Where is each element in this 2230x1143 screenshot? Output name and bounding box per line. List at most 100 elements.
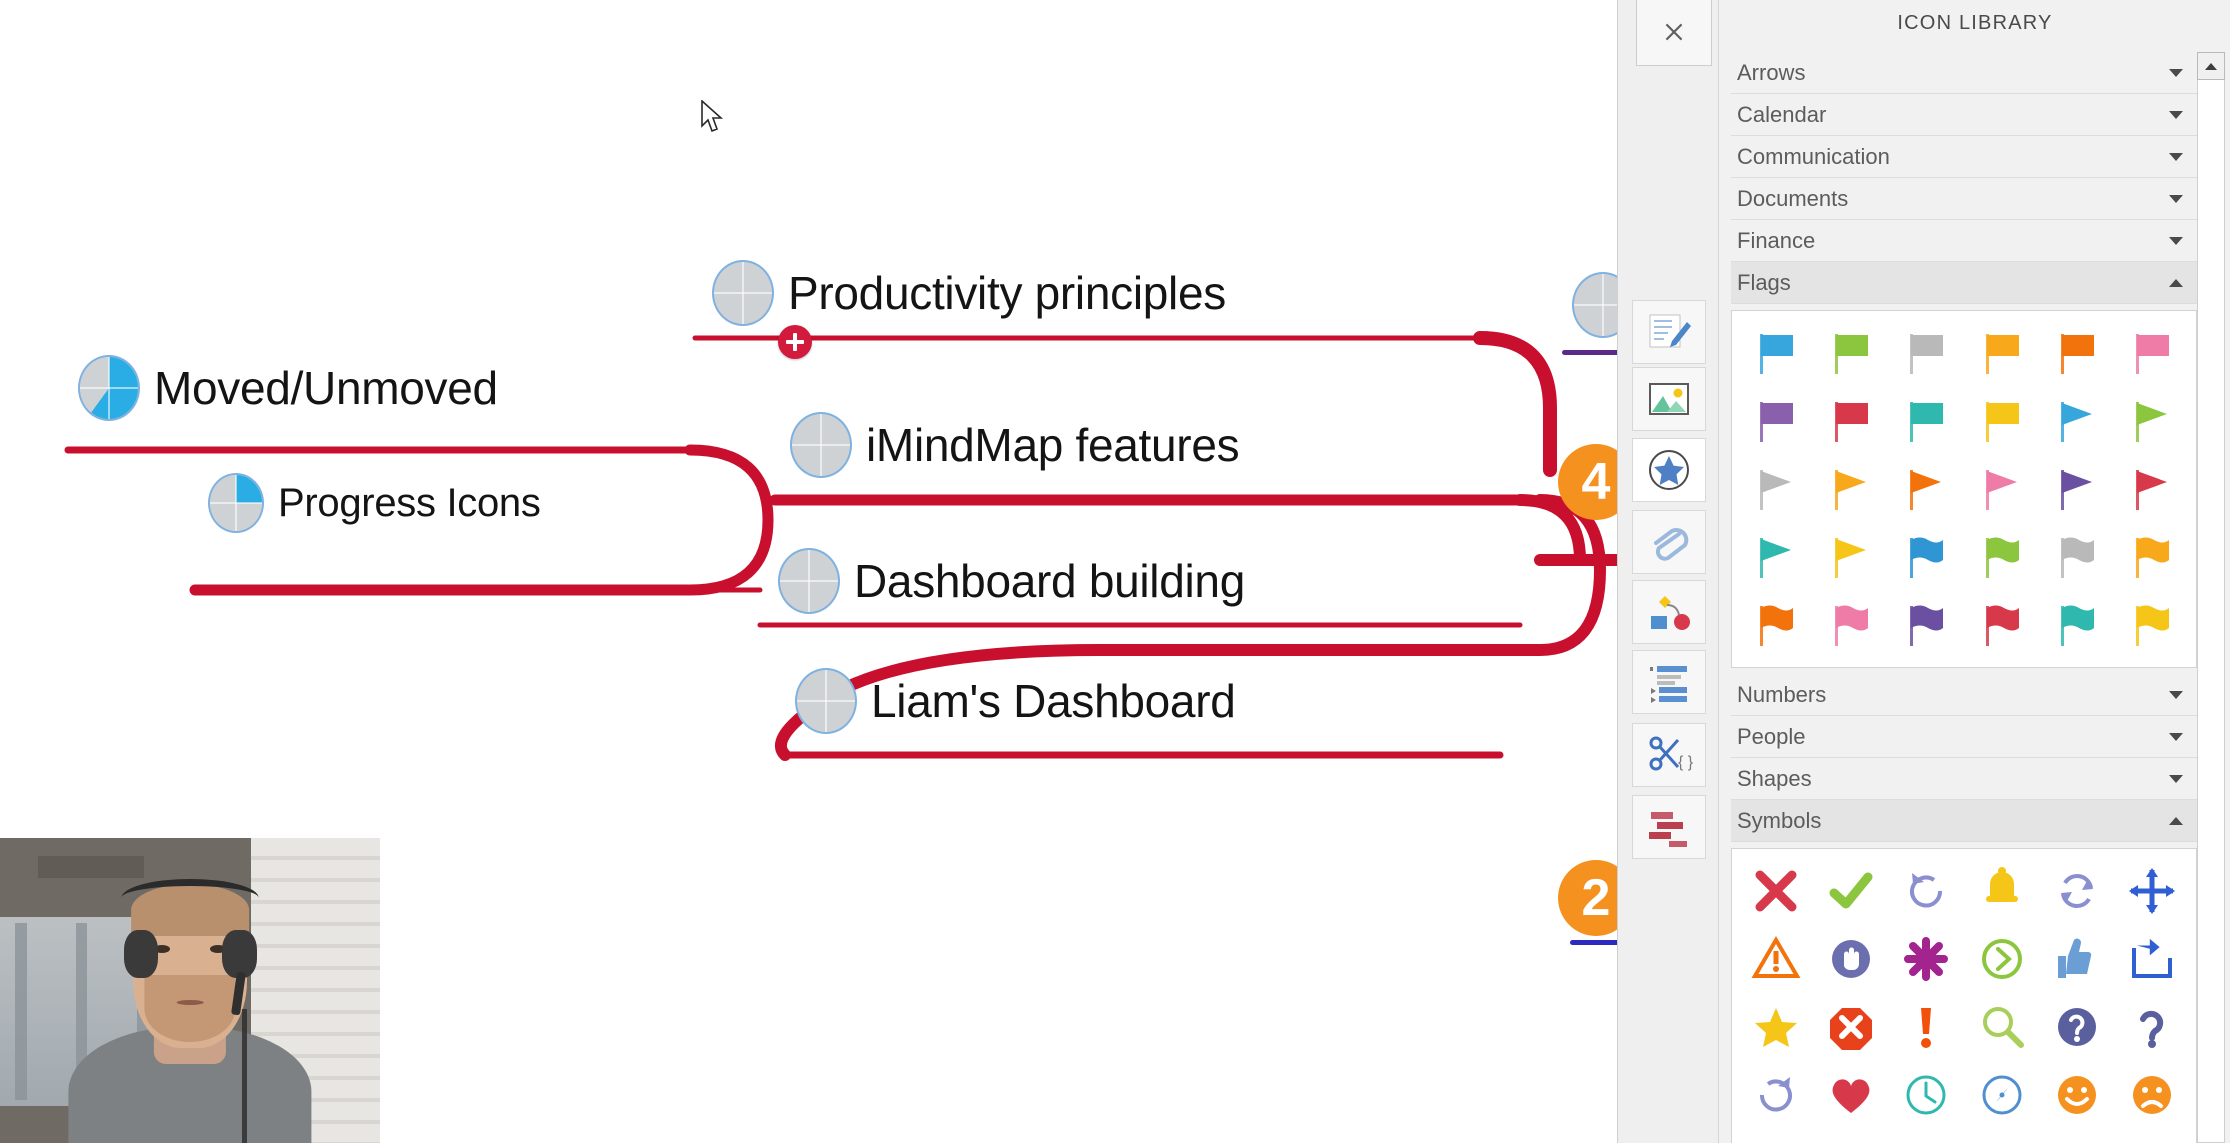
cross-x-icon[interactable] (1740, 859, 1811, 923)
flag-icon-wave-26[interactable] (1891, 593, 1962, 657)
node-moved-unmoved[interactable]: Moved/Unmoved (78, 355, 498, 421)
star-icon[interactable] (1740, 995, 1811, 1059)
compass-icon[interactable] (1966, 1063, 2037, 1127)
flag-icon-rect-4[interactable] (2041, 321, 2112, 385)
flag-icon-rect-3[interactable] (1966, 321, 2037, 385)
flag-icon-rect-6[interactable] (1740, 389, 1811, 453)
flag-icon-tri-19[interactable] (1815, 525, 1886, 589)
tool-outline[interactable] (1632, 650, 1706, 714)
smiley-sad-icon[interactable] (2117, 1063, 2188, 1127)
category-calendar[interactable]: Calendar (1731, 94, 2197, 136)
category-symbols[interactable]: Symbols (1731, 800, 2197, 842)
progress-pie-icon[interactable] (712, 260, 774, 326)
flag-icon-tri-10[interactable] (2041, 389, 2112, 453)
library-scrollbar[interactable] (2197, 52, 2225, 1143)
question-circle-icon[interactable] (2041, 995, 2112, 1059)
node-progress-icons[interactable]: Progress Icons (208, 473, 541, 533)
rotate-cw-icon[interactable] (1740, 1063, 1811, 1127)
flag-icon-wave-29[interactable] (2117, 593, 2188, 657)
burst-asterisk-icon[interactable] (1891, 927, 1962, 991)
smiley-laugh-icon[interactable] (1891, 1131, 1962, 1143)
icon-library-panel[interactable]: { } ICON LIBRARY Arrows Calendar Communi… (1617, 0, 2230, 1143)
thumbs-up-icon[interactable] (2041, 927, 2112, 991)
node-dashboard-building[interactable]: Dashboard building (778, 548, 1245, 614)
flag-icon-wave-28[interactable] (2041, 593, 2112, 657)
move-arrows-icon[interactable] (2117, 859, 2188, 923)
flag-icon-rect-0[interactable] (1740, 321, 1811, 385)
magnifier-icon[interactable] (1966, 995, 2037, 1059)
node-liams-dashboard[interactable]: Liam's Dashboard (795, 668, 1236, 734)
flag-icon-rect-7[interactable] (1815, 389, 1886, 453)
flag-icon-tri-14[interactable] (1891, 457, 1962, 521)
flag-icon-wave-25[interactable] (1815, 593, 1886, 657)
category-finance[interactable]: Finance (1731, 220, 2197, 262)
flag-icon-tri-18[interactable] (1740, 525, 1811, 589)
share-arrow-icon[interactable] (2117, 927, 2188, 991)
smiley-surprised-icon[interactable] (1740, 1131, 1811, 1143)
flag-icon-tri-11[interactable] (2117, 389, 2188, 453)
flag-icon-tri-12[interactable] (1740, 457, 1811, 521)
clock-icon[interactable] (1891, 1063, 1962, 1127)
progress-pie-icon[interactable] (790, 412, 852, 478)
tool-rail[interactable]: { } (1618, 0, 1719, 1143)
node-imindmap-features[interactable]: iMindMap features (790, 412, 1240, 478)
tool-snip[interactable]: { } (1632, 723, 1706, 787)
warning-triangle-icon[interactable] (1740, 927, 1811, 991)
add-branch-button[interactable] (778, 325, 812, 359)
progress-pie-icon[interactable] (795, 668, 857, 734)
progress-pie-icon[interactable] (208, 473, 264, 533)
category-label: Calendar (1737, 101, 1827, 127)
category-shapes[interactable]: Shapes (1731, 758, 2197, 800)
mindmap-canvas[interactable]: Moved/Unmoved Progress Icons Productivit… (0, 0, 1617, 1143)
flag-icon-tri-15[interactable] (1966, 457, 2037, 521)
flag-icon-wave-22[interactable] (2041, 525, 2112, 589)
flag-icon-wave-24[interactable] (1740, 593, 1811, 657)
bell-icon[interactable] (1966, 859, 2037, 923)
flag-icon-rect-5[interactable] (2117, 321, 2188, 385)
category-people[interactable]: People (1731, 716, 2197, 758)
smiley-wink-icon[interactable] (1815, 1131, 1886, 1143)
node-partial-right[interactable] (1572, 272, 1617, 338)
flag-icon-rect-8[interactable] (1891, 389, 1962, 453)
category-flags[interactable]: Flags (1731, 262, 2197, 304)
flags-grid[interactable] (1731, 310, 2197, 668)
tool-relationship[interactable] (1632, 580, 1706, 644)
flag-icon-tri-16[interactable] (2041, 457, 2112, 521)
tool-notes[interactable] (1632, 300, 1706, 364)
progress-pie-icon[interactable] (1572, 272, 1617, 338)
flag-icon-tri-13[interactable] (1815, 457, 1886, 521)
stop-hand-icon[interactable] (1815, 927, 1886, 991)
flag-icon-wave-20[interactable] (1891, 525, 1962, 589)
smiley-happy-icon[interactable] (2041, 1063, 2112, 1127)
exclamation-icon[interactable] (1891, 995, 1962, 1059)
flag-icon-rect-2[interactable] (1891, 321, 1962, 385)
symbols-grid[interactable] (1731, 848, 2197, 1143)
flag-icon-wave-23[interactable] (2117, 525, 2188, 589)
flag-icon-wave-21[interactable] (1966, 525, 2037, 589)
progress-pie-icon[interactable] (778, 548, 840, 614)
close-panel-button[interactable] (1636, 0, 1712, 66)
chevron-circle-icon[interactable] (1966, 927, 2037, 991)
category-communication[interactable]: Communication (1731, 136, 2197, 178)
tool-icon-library[interactable] (1632, 438, 1706, 502)
flag-icon-wave-27[interactable] (1966, 593, 2037, 657)
tool-attachment[interactable] (1632, 510, 1706, 574)
check-tick-icon[interactable] (1815, 859, 1886, 923)
flag-icon-rect-9[interactable] (1966, 389, 2037, 453)
progress-pie-icon[interactable] (78, 355, 140, 421)
tool-branch[interactable] (1632, 795, 1706, 859)
question-mark-icon[interactable] (2117, 995, 2188, 1059)
library-body[interactable]: ICON LIBRARY Arrows Calendar Communicati… (1719, 0, 2230, 1143)
scroll-up-button[interactable] (2197, 52, 2225, 80)
tool-image[interactable] (1632, 367, 1706, 431)
category-arrows[interactable]: Arrows (1731, 52, 2197, 94)
x-octagon-icon[interactable] (1815, 995, 1886, 1059)
flag-icon-tri-17[interactable] (2117, 457, 2188, 521)
refresh-ccw-icon[interactable] (1891, 859, 1962, 923)
node-productivity-principles[interactable]: Productivity principles (712, 260, 1226, 326)
category-documents[interactable]: Documents (1731, 178, 2197, 220)
sync-icon[interactable] (2041, 859, 2112, 923)
flag-icon-rect-1[interactable] (1815, 321, 1886, 385)
heart-icon[interactable] (1815, 1063, 1886, 1127)
category-numbers[interactable]: Numbers (1731, 674, 2197, 716)
